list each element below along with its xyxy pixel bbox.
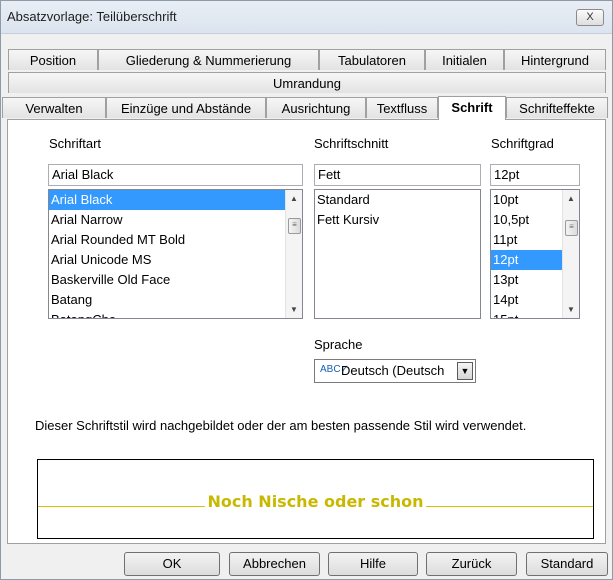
help-button[interactable]: Hilfe bbox=[328, 552, 418, 576]
back-button[interactable]: Zurück bbox=[426, 552, 517, 576]
font-size-label: Schriftgrad bbox=[491, 136, 554, 151]
preview-text: Noch Nische oder schon bbox=[205, 492, 426, 511]
tab-umrandung[interactable]: Umrandung bbox=[8, 72, 606, 93]
scroll-down-icon[interactable]: ▼ bbox=[567, 305, 575, 314]
scroll-up-icon[interactable]: ▲ bbox=[290, 194, 298, 203]
font-preview: Noch Nische oder schon bbox=[37, 459, 594, 539]
scroll-thumb[interactable]: ≡ bbox=[288, 218, 301, 234]
list-item[interactable]: BatangChe bbox=[49, 310, 302, 318]
cancel-button[interactable]: Abbrechen bbox=[229, 552, 320, 576]
ok-button[interactable]: OK bbox=[124, 552, 220, 576]
font-substitution-info: Dieser Schriftstil wird nachgebildet ode… bbox=[35, 418, 527, 433]
list-item[interactable]: Baskerville Old Face bbox=[49, 270, 302, 290]
font-family-list[interactable]: Arial Black Arial Narrow Arial Rounded M… bbox=[48, 189, 303, 319]
close-icon: X bbox=[586, 11, 594, 23]
language-value: Deutsch (Deutsch bbox=[341, 363, 445, 378]
font-family-scrollbar[interactable]: ▲ ≡ ▼ bbox=[285, 190, 302, 318]
font-family-label: Schriftart bbox=[49, 136, 102, 151]
font-style-label: Schriftschnitt bbox=[314, 136, 389, 151]
tab-einzuege-abstaende[interactable]: Einzüge und Abstände bbox=[106, 97, 266, 118]
font-size-list[interactable]: 10pt 10,5pt 11pt 12pt 13pt 14pt 15pt ▲ ≡… bbox=[490, 189, 580, 319]
language-select[interactable]: ABC✓ Deutsch (Deutsch ▼ bbox=[314, 359, 476, 383]
close-button[interactable]: X bbox=[576, 9, 604, 26]
list-item[interactable]: Fett Kursiv bbox=[315, 210, 480, 230]
tab-ausrichtung[interactable]: Ausrichtung bbox=[266, 97, 366, 118]
scroll-up-icon[interactable]: ▲ bbox=[567, 194, 575, 203]
standard-button[interactable]: Standard bbox=[526, 552, 608, 576]
list-item[interactable]: Arial Unicode MS bbox=[49, 250, 302, 270]
list-item[interactable]: Arial Rounded MT Bold bbox=[49, 230, 302, 250]
tab-verwalten[interactable]: Verwalten bbox=[2, 97, 106, 118]
list-item[interactable]: Batang bbox=[49, 290, 302, 310]
window-title: Absatzvorlage: Teilüberschrift bbox=[7, 9, 177, 24]
tab-tabulatoren[interactable]: Tabulatoren bbox=[319, 49, 425, 70]
chevron-down-icon[interactable]: ▼ bbox=[457, 362, 473, 380]
tab-gliederung-nummerierung[interactable]: Gliederung & Nummerierung bbox=[98, 49, 319, 70]
list-item[interactable]: Standard bbox=[315, 190, 480, 210]
tab-position[interactable]: Position bbox=[8, 49, 98, 70]
list-item[interactable]: 12pt bbox=[491, 250, 562, 270]
language-label: Sprache bbox=[314, 337, 363, 352]
list-item[interactable]: Arial Narrow bbox=[49, 210, 302, 230]
font-style-input[interactable]: Fett bbox=[314, 164, 481, 186]
title-bar: Absatzvorlage: Teilüberschrift X bbox=[1, 1, 612, 34]
font-style-list[interactable]: Standard Fett Kursiv bbox=[314, 189, 481, 319]
tab-hintergrund[interactable]: Hintergrund bbox=[504, 49, 606, 70]
tab-schrift[interactable]: Schrift bbox=[438, 96, 506, 120]
tab-initialen[interactable]: Initialen bbox=[425, 49, 504, 70]
font-family-input[interactable]: Arial Black bbox=[48, 164, 303, 186]
dialog-window: Absatzvorlage: Teilüberschrift X Positio… bbox=[0, 0, 613, 580]
list-item[interactable]: Arial Black bbox=[49, 190, 302, 210]
font-size-input[interactable]: 12pt bbox=[490, 164, 580, 186]
tab-textfluss[interactable]: Textfluss bbox=[366, 97, 438, 118]
scroll-down-icon[interactable]: ▼ bbox=[290, 305, 298, 314]
font-size-scrollbar[interactable]: ▲ ≡ ▼ bbox=[562, 190, 579, 318]
tab-schrifteffekte[interactable]: Schrifteffekte bbox=[506, 97, 608, 118]
scroll-thumb[interactable]: ≡ bbox=[565, 220, 578, 236]
